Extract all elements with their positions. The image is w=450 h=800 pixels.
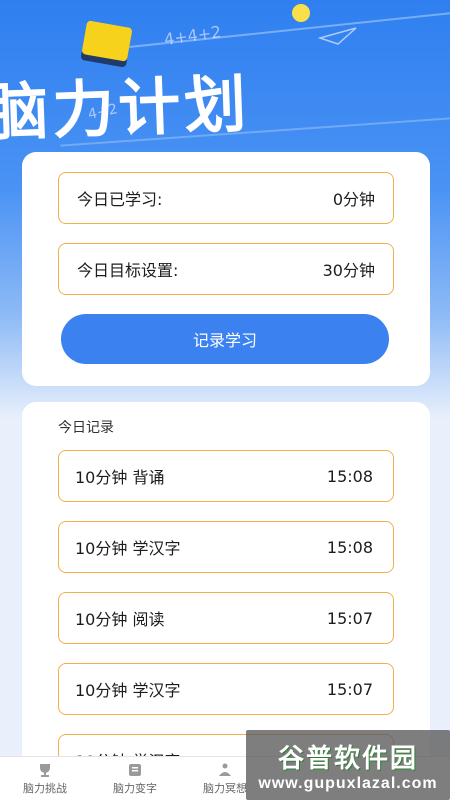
watermark-brand: 谷普软件园 [277, 743, 418, 774]
studied-label: 今日已学习: [77, 190, 163, 209]
math-doodle: 4+4+2 [162, 22, 223, 49]
tab-brain-challenge[interactable]: 脑力挑战 [0, 757, 90, 800]
record-label: 10分钟 学汉字 [75, 681, 181, 700]
watermark-url: www.gupuxlazal.com [258, 774, 438, 792]
records-title: 今日记录 [58, 420, 114, 436]
watermark-logo: 谷普软件园 www.gupuxlazal.com [246, 730, 450, 800]
goal-row[interactable]: 今日目标设置: 30分钟 [58, 243, 394, 295]
list-item[interactable]: 10分钟 学汉字 15:07 [58, 663, 394, 715]
list-item[interactable]: 10分钟 阅读 15:07 [58, 592, 394, 644]
studied-today-row: 今日已学习: 0分钟 [58, 172, 394, 224]
record-time: 15:08 [326, 537, 373, 557]
list-item[interactable]: 10分钟 学汉字 15:08 [58, 521, 394, 573]
meditation-icon [216, 763, 234, 777]
record-study-button[interactable]: 记录学习 [61, 314, 389, 364]
record-label: 10分钟 背诵 [75, 468, 165, 487]
paper-plane-icon [318, 27, 357, 45]
list-item[interactable]: 10分钟 背诵 15:08 [58, 450, 394, 502]
goal-label: 今日目标设置: [77, 261, 179, 280]
tab-label: 脑力变字 [113, 781, 157, 795]
record-time: 15:07 [326, 679, 373, 699]
eraser-icon [81, 20, 133, 62]
record-label: 10分钟 学汉字 [75, 539, 181, 558]
tab-label: 脑力冥想 [203, 781, 247, 795]
document-icon [126, 763, 144, 777]
hero-title: 脑力计划 [0, 67, 252, 150]
record-label: 10分钟 阅读 [75, 610, 165, 629]
studied-value: 0分钟 [332, 190, 375, 209]
lightbulb-icon [292, 4, 310, 22]
tab-label: 脑力挑战 [23, 781, 67, 795]
record-time: 15:07 [326, 608, 373, 628]
tab-brain-words[interactable]: 脑力变字 [90, 757, 180, 800]
trophy-icon [36, 763, 54, 777]
today-summary-card: 今日已学习: 0分钟 今日目标设置: 30分钟 记录学习 [22, 152, 430, 386]
goal-value: 30分钟 [322, 261, 375, 280]
record-time: 15:08 [326, 466, 373, 486]
